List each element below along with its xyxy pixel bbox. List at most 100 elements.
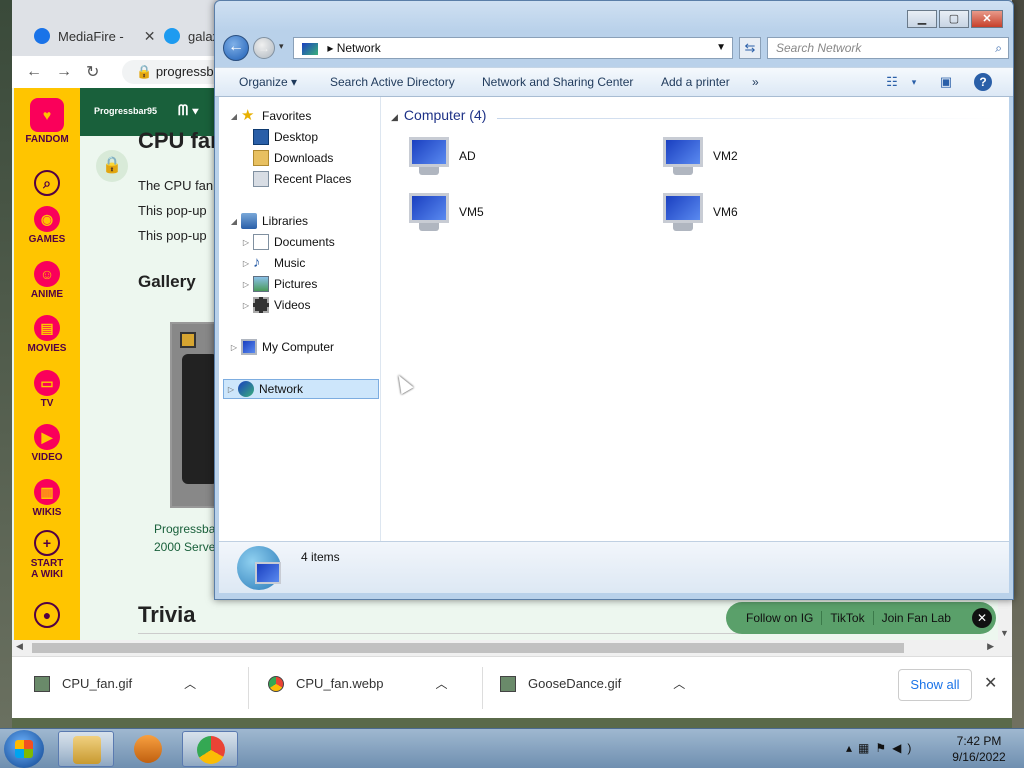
back-icon[interactable]: ← — [26, 63, 42, 81]
caption-line[interactable]: 2000 Serve — [154, 540, 215, 554]
rail-video[interactable]: ▶ VIDEO — [14, 424, 80, 463]
taskbar-chrome[interactable] — [182, 731, 238, 767]
search-active-directory-button[interactable]: Search Active Directory — [330, 75, 455, 89]
computer-item[interactable]: VM5 — [407, 193, 484, 231]
collapse-icon[interactable]: ◢ — [227, 112, 241, 121]
tiktok-link[interactable]: TikTok — [822, 611, 874, 625]
nav-documents[interactable]: ▷ Documents — [239, 232, 335, 252]
nav-music[interactable]: ▷ ♪ Music — [239, 253, 305, 273]
wiki-menu-icon[interactable]: ᗰ ▾ — [178, 102, 199, 119]
tab-mediafire[interactable]: MediaFire - ✕ — [34, 20, 155, 52]
reload-icon[interactable]: ↻ — [86, 62, 99, 82]
change-view-icon[interactable]: ☷ — [883, 73, 901, 91]
rail-label: ANIME — [30, 289, 64, 300]
rail-games[interactable]: ◉ GAMES — [14, 206, 80, 245]
forward-icon[interactable]: → — [56, 63, 72, 81]
rail-tv[interactable]: ▭ TV — [14, 370, 80, 409]
image-tag-icon — [180, 332, 196, 348]
refresh-button[interactable]: ⇆ — [739, 37, 761, 59]
tab-twitter[interactable]: galax — [164, 20, 219, 52]
search-input[interactable]: Search Network ⌕ — [767, 37, 1009, 59]
rail-search[interactable]: ⌕ — [14, 170, 80, 198]
network-tray-icon[interactable]: ▦ — [858, 741, 875, 755]
file-list: ◢ Computer (4) AD VM2 VM5 VM6 — [385, 97, 1005, 541]
breadcrumb-network[interactable]: Network — [337, 41, 381, 55]
flag-icon[interactable]: ⚑ — [875, 741, 892, 755]
follow-ig-link[interactable]: Follow on IG — [738, 611, 823, 625]
title-bar[interactable]: ▁ ▢ ✕ — [215, 1, 1013, 31]
chevron-down-icon[interactable]: ▾ — [905, 73, 923, 91]
recent-pages-chevron-icon[interactable]: ▾ — [279, 41, 284, 52]
help-icon[interactable]: ? — [974, 73, 992, 91]
divider — [482, 667, 483, 709]
chevron-up-icon[interactable]: ︿ — [673, 675, 685, 692]
network-sharing-center-button[interactable]: Network and Sharing Center — [482, 75, 633, 89]
scroll-right-icon[interactable]: ▶ — [987, 641, 994, 652]
nav-recent-places[interactable]: Recent Places — [253, 169, 351, 189]
rail-wikis[interactable]: ▥ WIKIS — [14, 479, 80, 518]
chevron-down-icon[interactable]: ▼ — [716, 38, 726, 58]
minimize-button[interactable]: ▁ — [907, 10, 937, 28]
nav-pictures[interactable]: ▷ Pictures — [239, 274, 317, 294]
clock[interactable]: 7:42 PM 9/16/2022 — [944, 733, 1014, 765]
breadcrumb[interactable]: ▸ Network ▼ — [293, 37, 733, 59]
back-button[interactable]: ← — [223, 35, 249, 61]
nav-downloads[interactable]: Downloads — [253, 148, 333, 168]
show-all-button[interactable]: Show all — [898, 669, 972, 701]
rail-label: TV — [40, 398, 54, 409]
more-commands-button[interactable]: » — [752, 75, 759, 89]
tab-close-icon[interactable]: ✕ — [144, 28, 156, 45]
rail-anime[interactable]: ☺ ANIME — [14, 261, 80, 300]
tray-icons[interactable]: ▴▦⚑◀) — [846, 741, 917, 755]
chevron-up-icon[interactable]: ︿ — [184, 675, 196, 692]
download-item[interactable]: CPU_fan.webp ︿ — [268, 675, 447, 692]
expand-icon[interactable]: ▷ — [239, 259, 253, 268]
organize-button[interactable]: Organize ▾ — [239, 75, 297, 89]
nav-my-computer[interactable]: ▷ My Computer — [227, 337, 334, 357]
computer-item[interactable]: AD — [407, 137, 476, 175]
rail-user[interactable]: ● — [14, 602, 80, 630]
scroll-thumb[interactable] — [32, 643, 904, 653]
lock-icon[interactable]: 🔒 — [96, 150, 128, 182]
expand-icon[interactable]: ▷ — [224, 385, 238, 394]
collapse-icon[interactable]: ◢ — [391, 112, 398, 122]
fandom-logo[interactable]: ♥ FANDOM — [14, 98, 80, 145]
taskbar-media-player[interactable] — [120, 731, 176, 767]
computer-item[interactable]: VM2 — [661, 137, 738, 175]
collapse-icon[interactable]: ◢ — [227, 217, 241, 226]
wiki-logo[interactable]: Progressbar95 — [94, 106, 157, 116]
scroll-down-icon[interactable]: ▼ — [1000, 628, 1009, 638]
expand-icon[interactable]: ▷ — [239, 301, 253, 310]
close-icon[interactable]: ✕ — [984, 673, 997, 693]
taskbar-explorer[interactable] — [58, 731, 114, 767]
download-item[interactable]: CPU_fan.gif ︿ — [34, 675, 196, 692]
chevron-up-icon[interactable]: ︿ — [435, 675, 447, 692]
expand-icon[interactable]: ▷ — [227, 343, 241, 352]
rail-movies[interactable]: ▤ MOVIES — [14, 315, 80, 354]
search-icon[interactable]: ⌕ — [995, 38, 1002, 58]
horizontal-scrollbar[interactable]: ◀ ▶ — [12, 640, 1012, 656]
rail-start-wiki[interactable]: + START A WIKI — [14, 530, 80, 580]
expand-icon[interactable]: ▷ — [239, 238, 253, 247]
maximize-button[interactable]: ▢ — [939, 10, 969, 28]
show-hidden-icons-icon[interactable]: ▴ — [846, 741, 858, 755]
computer-item[interactable]: VM6 — [661, 193, 738, 231]
volume-icon[interactable]: ◀) — [892, 741, 917, 755]
nav-desktop[interactable]: Desktop — [253, 127, 318, 147]
expand-icon[interactable]: ▷ — [239, 280, 253, 289]
close-icon[interactable]: ✕ — [972, 608, 992, 628]
nav-videos[interactable]: ▷ Videos — [239, 295, 310, 315]
scroll-left-icon[interactable]: ◀ — [16, 641, 23, 652]
nav-libraries[interactable]: ◢ Libraries — [227, 211, 308, 231]
add-printer-button[interactable]: Add a printer — [661, 75, 730, 89]
caption-line[interactable]: Progressba — [154, 522, 215, 536]
join-fan-lab-link[interactable]: Join Fan Lab — [874, 611, 959, 625]
forward-button[interactable]: → — [253, 37, 275, 59]
nav-network[interactable]: ▷ Network — [223, 379, 379, 399]
download-item[interactable]: GooseDance.gif ︿ — [500, 675, 685, 692]
group-header[interactable]: ◢ Computer (4) — [391, 107, 486, 123]
start-button[interactable] — [4, 730, 44, 768]
preview-pane-icon[interactable]: ▣ — [937, 73, 955, 91]
nav-favorites[interactable]: ◢ ★ Favorites — [227, 106, 311, 126]
close-button[interactable]: ✕ — [971, 10, 1003, 28]
